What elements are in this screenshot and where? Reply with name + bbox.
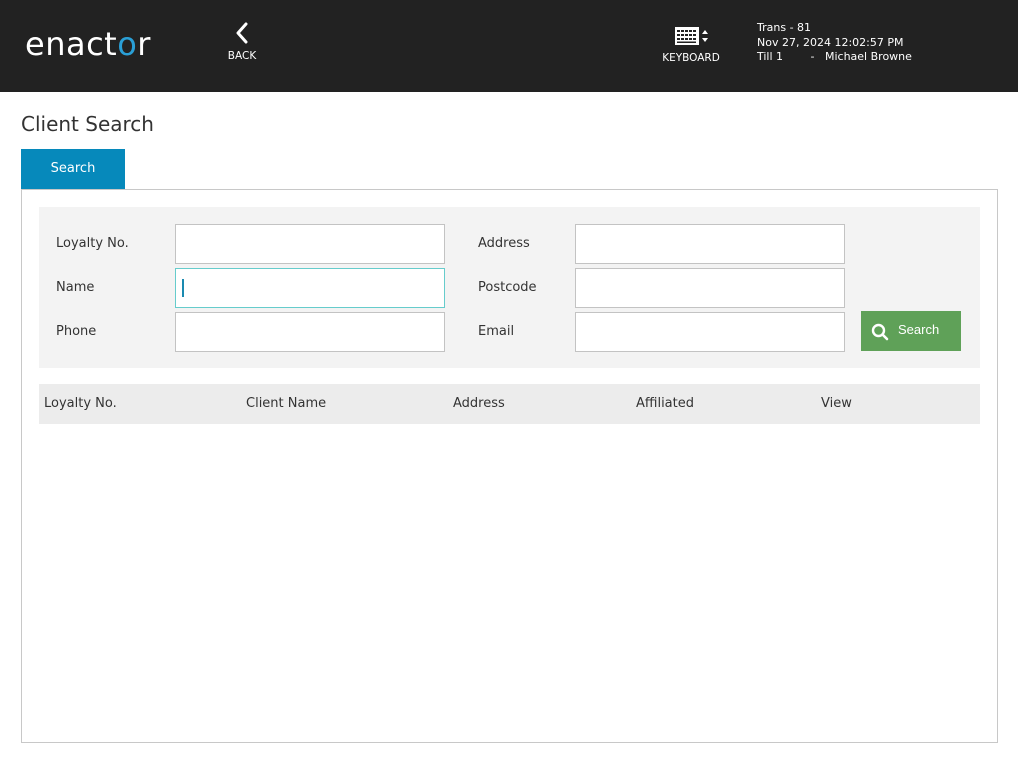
column-loyalty-no: Loyalty No.: [44, 396, 117, 411]
logo-text: enactor: [25, 25, 151, 63]
page-title: Client Search: [21, 112, 154, 136]
keyboard-label: KEYBOARD: [662, 52, 720, 64]
results-table-header: Loyalty No. Client Name Address Affiliat…: [39, 384, 980, 424]
operator-name: Michael Browne: [824, 50, 912, 63]
email-label: Email: [478, 324, 515, 339]
name-input[interactable]: [175, 268, 445, 308]
search-button[interactable]: Search: [861, 311, 961, 351]
top-bar: enactor BACK KEYBOARD Trans - 81 Nov 27,…: [0, 0, 1018, 92]
session-info: Trans - 81 Nov 27, 2024 12:02:57 PM Till…: [757, 21, 912, 65]
phone-label: Phone: [56, 324, 97, 339]
back-button[interactable]: BACK: [222, 22, 262, 72]
email-input[interactable]: [575, 312, 845, 352]
search-button-label: Search: [898, 322, 940, 337]
postcode-label: Postcode: [478, 280, 537, 295]
loyalty-no-label: Loyalty No.: [56, 236, 129, 251]
column-address: Address: [453, 396, 505, 411]
name-label: Name: [56, 280, 95, 295]
chevron-left-icon: [236, 22, 248, 44]
text-caret: [182, 279, 184, 297]
transaction-number: Trans - 81: [757, 21, 812, 34]
column-client-name: Client Name: [246, 396, 327, 411]
column-affiliated: Affiliated: [636, 396, 694, 411]
separator: -: [810, 50, 815, 63]
till-name: Till 1: [757, 50, 784, 63]
phone-input[interactable]: [175, 312, 445, 352]
column-view: View: [821, 396, 852, 411]
enactor-logo: enactor: [25, 26, 151, 62]
till-operator: Till 1 - Michael Browne: [757, 50, 912, 65]
loyalty-no-input[interactable]: [175, 224, 445, 264]
back-label: BACK: [227, 50, 257, 62]
search-panel: Loyalty No. Name Phone Address Postcode …: [21, 189, 998, 743]
keyboard-button[interactable]: KEYBOARD: [656, 26, 726, 72]
postcode-input[interactable]: [575, 268, 845, 308]
keyboard-icon: [675, 27, 708, 45]
search-form: Loyalty No. Name Phone Address Postcode …: [39, 207, 980, 368]
address-label: Address: [478, 236, 530, 251]
tab-search[interactable]: Search: [21, 149, 125, 189]
address-input[interactable]: [575, 224, 845, 264]
search-icon: [871, 323, 889, 341]
datetime: Nov 27, 2024 12:02:57 PM: [757, 35, 904, 49]
